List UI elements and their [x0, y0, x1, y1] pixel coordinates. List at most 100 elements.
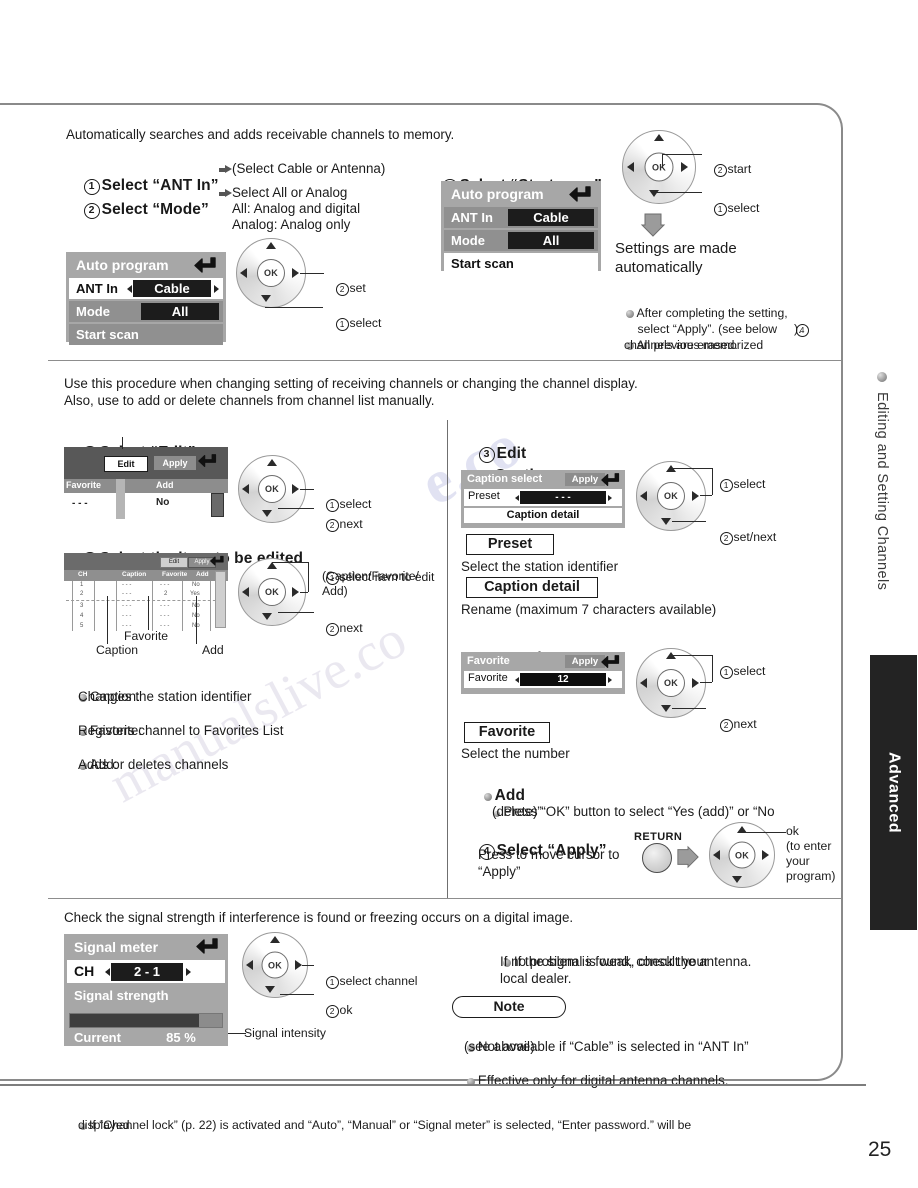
- cell-ch: 4: [80, 613, 84, 619]
- dpad-right-icon[interactable]: [692, 491, 699, 501]
- dpad-down-icon[interactable]: [262, 613, 272, 620]
- dpad-right-icon[interactable]: [292, 484, 299, 494]
- ok-button[interactable]: OK: [644, 152, 674, 182]
- osd-auto-program-right[interactable]: Auto program ANT In Cable Mode All Start…: [441, 181, 601, 274]
- signal-callout-ok: 2 ok: [312, 987, 352, 1034]
- leader-line: [122, 437, 123, 449]
- dpad-down-icon[interactable]: [265, 986, 275, 993]
- return-button[interactable]: [642, 843, 672, 873]
- osd-row-ant-in[interactable]: ANT In Cable: [69, 278, 223, 299]
- return-hook-icon[interactable]: [569, 185, 593, 204]
- osd-row-ant-in[interactable]: ANT In Cable: [444, 207, 598, 228]
- dpad-right-icon[interactable]: [292, 268, 299, 278]
- cell-favorite: - - -: [160, 613, 170, 619]
- dpad-right-icon[interactable]: [681, 162, 688, 172]
- osd-row-start-scan[interactable]: Start scan: [69, 324, 223, 345]
- dpad-left-icon[interactable]: [640, 678, 647, 688]
- box-preset[interactable]: Preset: [466, 534, 554, 555]
- dpad-left-icon[interactable]: [240, 268, 247, 278]
- dpad-up-icon[interactable]: [267, 459, 277, 466]
- return-hook-icon[interactable]: [194, 256, 218, 275]
- callout-number-1: 1: [719, 665, 733, 679]
- dpad-up-icon[interactable]: [267, 562, 277, 569]
- ok-button[interactable]: OK: [657, 669, 685, 697]
- signal-strength-fill: [70, 1014, 200, 1027]
- ok-button[interactable]: OK: [657, 482, 685, 510]
- osd-row-mode[interactable]: Mode All: [69, 301, 223, 322]
- edit-button[interactable]: Edit: [160, 557, 188, 568]
- dpad-edit-step2[interactable]: OK: [238, 558, 306, 626]
- auto-bullet-ref: 4: [782, 306, 810, 353]
- dpad-right-icon[interactable]: [692, 678, 699, 688]
- callout-number-2: 2: [335, 282, 349, 296]
- osd-row-mode[interactable]: Mode All: [444, 230, 598, 251]
- dpad-up-icon[interactable]: [270, 936, 280, 943]
- osd-edit-screen[interactable]: Edit Apply Favorite Add - - - No: [64, 447, 228, 519]
- leader-line: [662, 154, 663, 168]
- dpad-left-icon[interactable]: [640, 491, 647, 501]
- ok-button[interactable]: OK: [261, 951, 289, 979]
- osd-auto-program-left[interactable]: Auto program ANT In Cable Mode All Start…: [66, 252, 226, 345]
- apply-button[interactable]: Apply: [565, 473, 605, 486]
- dpad-left-icon[interactable]: [713, 850, 720, 860]
- dpad-auto-left[interactable]: OK: [236, 238, 306, 308]
- ok-button[interactable]: OK: [258, 578, 286, 606]
- osd-favorite[interactable]: Favorite Apply Favorite 12: [461, 652, 625, 694]
- dpad-down-icon[interactable]: [732, 876, 742, 883]
- dpad-left-icon[interactable]: [242, 484, 249, 494]
- auto-step-2-note-3: Analog: Analog only: [232, 217, 351, 232]
- ok-button[interactable]: OK: [258, 475, 286, 503]
- dpad-up-icon[interactable]: [266, 242, 276, 249]
- apply-button[interactable]: Apply: [565, 655, 605, 668]
- osd-row-start-scan[interactable]: Start scan: [444, 253, 598, 274]
- dpad-down-icon[interactable]: [661, 705, 671, 712]
- def-desc-caption: Changes the station identifier: [78, 689, 252, 704]
- osd-caption-select[interactable]: Caption select Apply Preset - - - Captio…: [461, 470, 625, 528]
- scrollbar[interactable]: [211, 493, 224, 517]
- osd-row-caption-detail[interactable]: Caption detail: [464, 508, 622, 523]
- return-hook-icon[interactable]: [196, 937, 220, 956]
- return-hook-icon[interactable]: [601, 472, 621, 488]
- osd-row-favorite[interactable]: Favorite 12: [464, 671, 622, 688]
- ok-button[interactable]: OK: [728, 841, 756, 869]
- osd-signal-meter[interactable]: Signal meter CH 2 - 1 Signal strength Cu…: [64, 934, 228, 1068]
- dpad-right-icon[interactable]: [295, 960, 302, 970]
- ok-button[interactable]: OK: [257, 259, 285, 287]
- osd-row-value: All: [141, 303, 219, 320]
- dpad-signal[interactable]: OK: [242, 932, 308, 998]
- leader-line: [148, 596, 149, 630]
- side-tab-advanced[interactable]: Advanced: [870, 655, 917, 930]
- osd-row-label: CH: [74, 963, 95, 979]
- apply-button[interactable]: Apply: [154, 456, 196, 470]
- edit-s1-callout-next: 2 next: [312, 501, 363, 548]
- return-hook-icon[interactable]: [601, 654, 621, 670]
- auto-step-2-note-1: Select All or Analog: [232, 185, 348, 200]
- osd-row-current: Current 85 %: [67, 1027, 225, 1048]
- dpad-right-icon[interactable]: [762, 850, 769, 860]
- leader-line: [300, 592, 308, 593]
- osd-row-ch[interactable]: CH 2 - 1: [67, 960, 225, 983]
- dpad-left-icon[interactable]: [627, 162, 634, 172]
- dpad-down-icon[interactable]: [262, 510, 272, 517]
- return-button-label: RETURN: [634, 831, 683, 843]
- dpad-right-icon[interactable]: [292, 587, 299, 597]
- box-favorite[interactable]: Favorite: [464, 722, 550, 743]
- dpad-up-icon[interactable]: [654, 134, 664, 141]
- osd-channel-list[interactable]: Edit Apply CH Caption Favorite Add 1 - -…: [64, 553, 228, 631]
- dpad-edit-step1[interactable]: OK: [238, 455, 306, 523]
- box-caption-detail[interactable]: Caption detail: [466, 577, 598, 598]
- osd-row-label: Mode: [76, 304, 110, 319]
- edit-button[interactable]: Edit: [104, 456, 148, 472]
- dpad-down-icon[interactable]: [661, 518, 671, 525]
- osd-row-preset[interactable]: Preset - - -: [464, 489, 622, 506]
- return-hook-icon[interactable]: [198, 453, 218, 469]
- dpad-down-icon[interactable]: [261, 295, 271, 302]
- callout-number-2: 2: [719, 718, 733, 732]
- scrollbar[interactable]: [215, 571, 226, 628]
- dpad-left-icon[interactable]: [246, 960, 253, 970]
- return-hook-icon[interactable]: [210, 555, 225, 567]
- edit-s2-callout-1b: (Caption/Favorite/: [322, 569, 419, 583]
- osd-edit-body: - - - No: [64, 493, 228, 519]
- dpad-left-icon[interactable]: [242, 587, 249, 597]
- callout-number-1: 1: [713, 202, 727, 216]
